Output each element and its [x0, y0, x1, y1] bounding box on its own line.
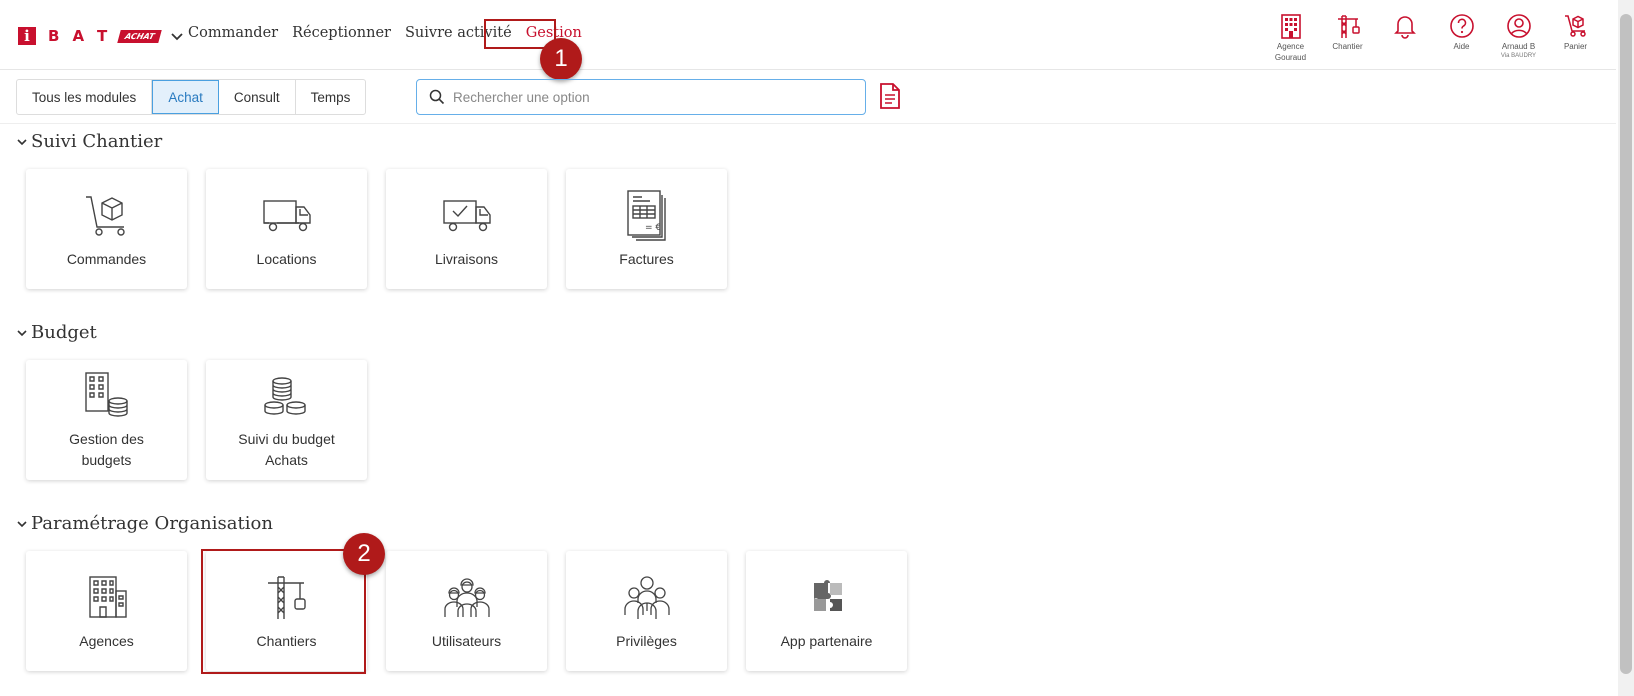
module-tabs: Tous les modules Achat Consult Temps: [16, 79, 367, 115]
chantier-label: Chantier: [1332, 42, 1363, 51]
agence-label: Agence: [1276, 42, 1305, 51]
tile-label: Agences: [79, 632, 134, 649]
document-icon[interactable]: [879, 83, 901, 109]
user-icon: [1506, 14, 1531, 38]
agence-sublabel: Gouraud: [1274, 53, 1307, 62]
tile-app-partenaire[interactable]: App partenaire: [746, 551, 907, 671]
toolbar-divider: [0, 123, 1616, 124]
brand-letter: T: [97, 27, 108, 45]
section-suivi-chantier-header[interactable]: Suivi Chantier: [16, 131, 162, 152]
chevron-down-icon: [17, 520, 27, 527]
brand-logo[interactable]: i B A T ACHAT: [18, 27, 185, 45]
help-icon: [1449, 14, 1474, 38]
brand-logo-letters: B A T: [48, 27, 107, 45]
tile-label: Commandes: [66, 250, 147, 267]
chantier-button[interactable]: Chantier: [1319, 12, 1376, 62]
tile-gestion-des-budgets[interactable]: Gestion des budgets: [26, 360, 187, 480]
tile-label: Livraisons: [434, 250, 499, 267]
user-sublabel: Via BAUDRY: [1500, 53, 1537, 59]
trolley-box-icon: [85, 195, 125, 236]
brand-badge: ACHAT: [117, 29, 163, 43]
section-title: Budget: [31, 322, 97, 343]
panier-button[interactable]: Panier: [1547, 12, 1604, 62]
app-header: i B A T ACHAT Commander Réceptionner Sui…: [0, 0, 1616, 70]
tile-label: Utilisateurs: [431, 632, 502, 649]
tile-label: Gestion des budgets: [69, 431, 144, 468]
tile-privileges[interactable]: Privilèges: [566, 551, 727, 671]
brand-letter: B: [48, 27, 60, 45]
nav-receptionner[interactable]: Réceptionner: [292, 25, 391, 41]
tile-label: Suivi du budget Achats: [238, 431, 335, 468]
coins-icon: [263, 377, 306, 415]
tab-temps[interactable]: Temps: [296, 80, 366, 114]
search-input[interactable]: [453, 89, 833, 105]
people-group-icon: [623, 575, 670, 619]
brand-letter: A: [72, 27, 85, 45]
brand-logo-i: i: [18, 27, 36, 45]
chevron-down-icon[interactable]: [169, 28, 185, 44]
building-coins-icon: [84, 372, 128, 417]
cart-icon: [1564, 15, 1586, 37]
tab-consult[interactable]: Consult: [219, 80, 296, 114]
crane-icon: [1337, 15, 1360, 38]
tile-label: Factures: [619, 250, 674, 267]
tile-label: Locations: [256, 250, 317, 267]
top-icons: Agence Gouraud Chantier Aide Arnaud B Vi…: [1262, 12, 1604, 62]
agence-button[interactable]: Agence Gouraud: [1262, 12, 1319, 62]
panier-label: Panier: [1563, 42, 1588, 51]
bell-icon: [1393, 16, 1416, 39]
notifications-button[interactable]: [1376, 12, 1433, 62]
section-title: Paramétrage Organisation: [31, 513, 273, 534]
delivery-truck-check-icon: [442, 199, 491, 231]
annotation-badge-1: 1: [540, 38, 582, 80]
tile-factures[interactable]: = € Factures: [566, 169, 727, 289]
search-icon: [429, 89, 445, 105]
tile-label: App partenaire: [780, 632, 873, 649]
tile-suivi-du-budget-achats[interactable]: Suivi du budget Achats: [206, 360, 367, 480]
search-box: [416, 79, 866, 115]
svg-text:= €: = €: [645, 223, 661, 233]
section-parametrage-organisation-header[interactable]: Paramétrage Organisation: [16, 513, 273, 534]
invoice-icon: = €: [626, 189, 666, 241]
tile-livraisons[interactable]: Livraisons: [386, 169, 547, 289]
section-title: Suivi Chantier: [31, 131, 163, 152]
tile-commandes[interactable]: Commandes: [26, 169, 187, 289]
chevron-down-icon: [17, 138, 27, 145]
aide-label: Aide: [1453, 42, 1470, 51]
office-building-icon: [88, 575, 127, 618]
puzzle-icon: [813, 579, 842, 611]
building-icon: [1280, 14, 1301, 39]
section-budget-header[interactable]: Budget: [16, 322, 97, 343]
tab-tous-les-modules[interactable]: Tous les modules: [17, 80, 153, 114]
nav-commander[interactable]: Commander: [188, 25, 278, 41]
tile-locations[interactable]: Locations: [206, 169, 367, 289]
user-account-button[interactable]: Arnaud B Via BAUDRY: [1490, 12, 1547, 62]
tile-label: Privilèges: [616, 632, 677, 649]
user-name: Arnaud B: [1501, 42, 1536, 51]
aide-button[interactable]: Aide: [1433, 12, 1490, 62]
annotation-badge-2: 2: [343, 533, 385, 575]
tab-achat[interactable]: Achat: [152, 80, 219, 114]
chevron-down-icon: [17, 329, 27, 336]
tile-agences[interactable]: Agences: [26, 551, 187, 671]
workers-icon: [443, 577, 490, 617]
page-scrollbar-thumb[interactable]: [1620, 14, 1632, 674]
truck-icon: [262, 199, 311, 231]
annotation-highlight-chantiers: [201, 549, 366, 674]
tile-utilisateurs[interactable]: Utilisateurs: [386, 551, 547, 671]
